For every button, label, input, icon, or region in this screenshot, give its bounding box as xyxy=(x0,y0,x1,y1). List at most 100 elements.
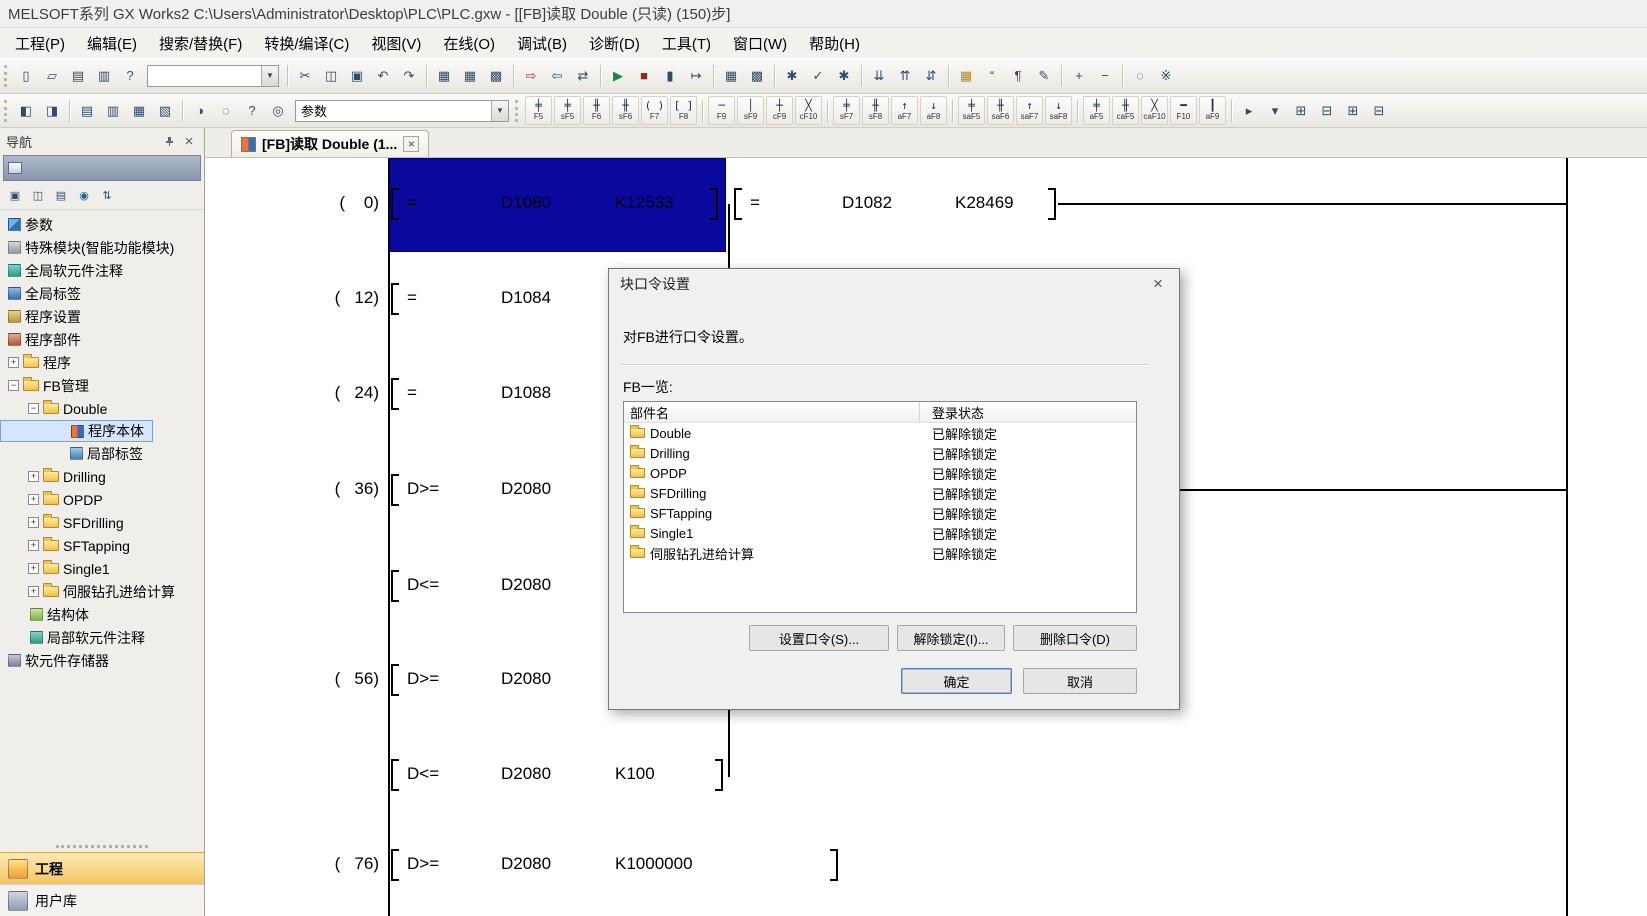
tree-item-local-label[interactable]: 局部标签 xyxy=(0,442,204,465)
tree-item-opdp[interactable]: OPDP xyxy=(0,488,204,511)
expand-plus-icon[interactable] xyxy=(28,563,39,574)
close-panel-icon[interactable] xyxy=(180,133,198,149)
device-memory-icon[interactable]: ▦ xyxy=(458,64,482,88)
ladder-symbol-aF9-button[interactable]: ┃aF9 xyxy=(1199,96,1226,125)
dialog-close-icon[interactable] xyxy=(1137,270,1179,299)
verify-with-plc-icon[interactable]: ⇄ xyxy=(571,64,595,88)
fb-list[interactable]: 部件名 登录状态 Double 已解除锁定 Drilling 已解除锁定 OPD… xyxy=(623,401,1137,613)
paste-icon[interactable]: ▣ xyxy=(345,64,369,88)
print-icon[interactable]: ▥ xyxy=(92,64,116,88)
device-operand[interactable]: D1088 xyxy=(501,383,551,403)
copy-icon[interactable]: ◫ xyxy=(319,64,343,88)
ladder-symbol-sF8-button[interactable]: ╫sF8 xyxy=(862,96,889,125)
tree-item-servo-drilling-feed[interactable]: 伺服钻孔进给计算 xyxy=(0,580,204,603)
project-view-tab[interactable]: 工程 xyxy=(0,852,204,884)
device-operand[interactable]: D2080 xyxy=(501,479,551,499)
fb-row[interactable]: Drilling 已解除锁定 xyxy=(624,443,1136,463)
set-password-button[interactable]: 设置口令(S)... xyxy=(749,625,889,651)
ladder-symbol-saF5-button[interactable]: ╪saF5 xyxy=(958,96,985,125)
device-monitor-icon[interactable]: ▩ xyxy=(484,64,508,88)
device-display-3-icon[interactable]: ▦ xyxy=(127,99,151,123)
device-operand[interactable]: D1084 xyxy=(501,288,551,308)
device-operand[interactable]: D2080 xyxy=(501,854,551,874)
ladder-symbol-caF10-button[interactable]: ╳caF10 xyxy=(1141,96,1168,125)
note-display-icon[interactable]: ✎ xyxy=(1032,64,1056,88)
find-icon[interactable]: ◌ xyxy=(1128,64,1152,88)
program-verify-icon[interactable]: ⇵ xyxy=(919,64,943,88)
menu-online[interactable]: 在线(O) xyxy=(432,29,506,58)
collapse-minus-icon[interactable] xyxy=(28,403,39,414)
redo-icon[interactable]: ↷ xyxy=(397,64,421,88)
tree-item-drilling[interactable]: Drilling xyxy=(0,465,204,488)
fb-row[interactable]: Single1 已解除锁定 xyxy=(624,523,1136,543)
expand-plus-icon[interactable] xyxy=(28,540,39,551)
ladder-symbol-F7-button[interactable]: ( )F7 xyxy=(641,96,668,125)
program-read-icon[interactable]: ⇊ xyxy=(867,64,891,88)
ok-button[interactable]: 确定 xyxy=(901,668,1012,694)
ladder-symbol-F8-button[interactable]: [ ]F8 xyxy=(670,96,697,125)
cut-icon[interactable]: ✂ xyxy=(293,64,317,88)
delete-password-button[interactable]: 删除口令(D) xyxy=(1013,625,1137,651)
device-operand[interactable]: D2080 xyxy=(501,575,551,595)
fb-row[interactable]: Double 已解除锁定 xyxy=(624,423,1136,443)
instruction-op[interactable]: D<= xyxy=(407,764,439,784)
ladder-symbol-F5-button[interactable]: ╪F5 xyxy=(525,96,552,125)
expand-plus-icon[interactable] xyxy=(28,494,39,505)
undo-icon[interactable]: ↶ xyxy=(371,64,395,88)
project-section-bar[interactable] xyxy=(3,155,201,181)
ladder-symbol-cF9-button[interactable]: ┼cF9 xyxy=(766,96,793,125)
menu-project[interactable]: 工程(P) xyxy=(4,29,76,58)
constant-operand[interactable]: K1000000 xyxy=(615,854,693,874)
device-operand[interactable]: D2080 xyxy=(501,669,551,689)
column-header-name[interactable]: 部件名 xyxy=(624,402,920,422)
menu-window[interactable]: 窗口(W) xyxy=(722,29,798,58)
fb-row[interactable]: SFDrilling 已解除锁定 xyxy=(624,483,1136,503)
device-display-1-icon[interactable]: ▤ xyxy=(75,99,99,123)
constant-operand[interactable]: K28469 xyxy=(955,193,1014,213)
expand-plus-icon[interactable] xyxy=(28,586,39,597)
tree-item-device-memory[interactable]: 软元件存储器 xyxy=(0,649,204,672)
monitor-stop-icon[interactable]: ■ xyxy=(632,64,656,88)
navigation-window-icon[interactable]: ◧ xyxy=(14,99,38,123)
ladder-symbol-sF5-button[interactable]: ╪sF5 xyxy=(554,96,581,125)
menu-find-replace[interactable]: 搜索/替换(F) xyxy=(148,29,253,58)
nav-info-icon[interactable]: ◉ xyxy=(74,186,94,206)
column-delete-icon[interactable]: ⊟ xyxy=(1367,99,1391,123)
program-write-icon[interactable]: ⇈ xyxy=(893,64,917,88)
device-operand[interactable]: D2080 xyxy=(501,764,551,784)
device-operand[interactable]: D1082 xyxy=(842,193,892,213)
read-from-plc-icon[interactable]: ⇦ xyxy=(545,64,569,88)
display-mode-icon[interactable]: ◑ xyxy=(188,99,212,123)
pin-icon[interactable] xyxy=(160,133,178,149)
device-operand[interactable]: D1080 xyxy=(501,193,551,213)
ladder-symbol-aF8-button[interactable]: ↓aF8 xyxy=(920,96,947,125)
ladder-symbol-caF5-button[interactable]: ╫caF5 xyxy=(1112,96,1139,125)
column-insert-icon[interactable]: ⊞ xyxy=(1341,99,1365,123)
menu-view[interactable]: 视图(V) xyxy=(360,29,432,58)
collapse-minus-icon[interactable] xyxy=(8,380,19,391)
monitor-pause-icon[interactable]: ▮ xyxy=(658,64,682,88)
overwrite-mode-icon[interactable]: ▾ xyxy=(1263,99,1287,123)
cancel-button[interactable]: 取消 xyxy=(1023,668,1137,694)
tab-close-icon[interactable] xyxy=(403,136,419,152)
fb-row[interactable]: SFTapping 已解除锁定 xyxy=(624,503,1136,523)
tree-item-structure[interactable]: 结构体 xyxy=(0,603,204,626)
expand-plus-icon[interactable] xyxy=(8,357,19,368)
ladder-symbol-sF7-button[interactable]: ╪sF7 xyxy=(833,96,860,125)
tree-item-program[interactable]: 程序 xyxy=(0,351,204,374)
menu-edit[interactable]: 编辑(E) xyxy=(76,29,148,58)
line-delete-icon[interactable]: ⊟ xyxy=(1315,99,1339,123)
program-check-icon[interactable]: ✓ xyxy=(806,64,830,88)
tree-item-global-label[interactable]: 全局标签 xyxy=(0,282,204,305)
convert-icon[interactable]: ✱ xyxy=(832,64,856,88)
monitor-start-icon[interactable]: ▶ xyxy=(606,64,630,88)
ladder-symbol-F9-button[interactable]: ─F9 xyxy=(708,96,735,125)
insert-mode-icon[interactable]: ▸ xyxy=(1237,99,1261,123)
device-comment-icon[interactable]: ▦ xyxy=(432,64,456,88)
constant-operand[interactable]: K12533 xyxy=(615,193,674,213)
tree-item-fb-management[interactable]: FB管理 xyxy=(0,374,204,397)
constant-operand[interactable]: K100 xyxy=(615,764,655,784)
cross-reference-icon[interactable]: ※ xyxy=(1154,64,1178,88)
expand-plus-icon[interactable] xyxy=(28,471,39,482)
menu-help[interactable]: 帮助(H) xyxy=(798,29,871,58)
